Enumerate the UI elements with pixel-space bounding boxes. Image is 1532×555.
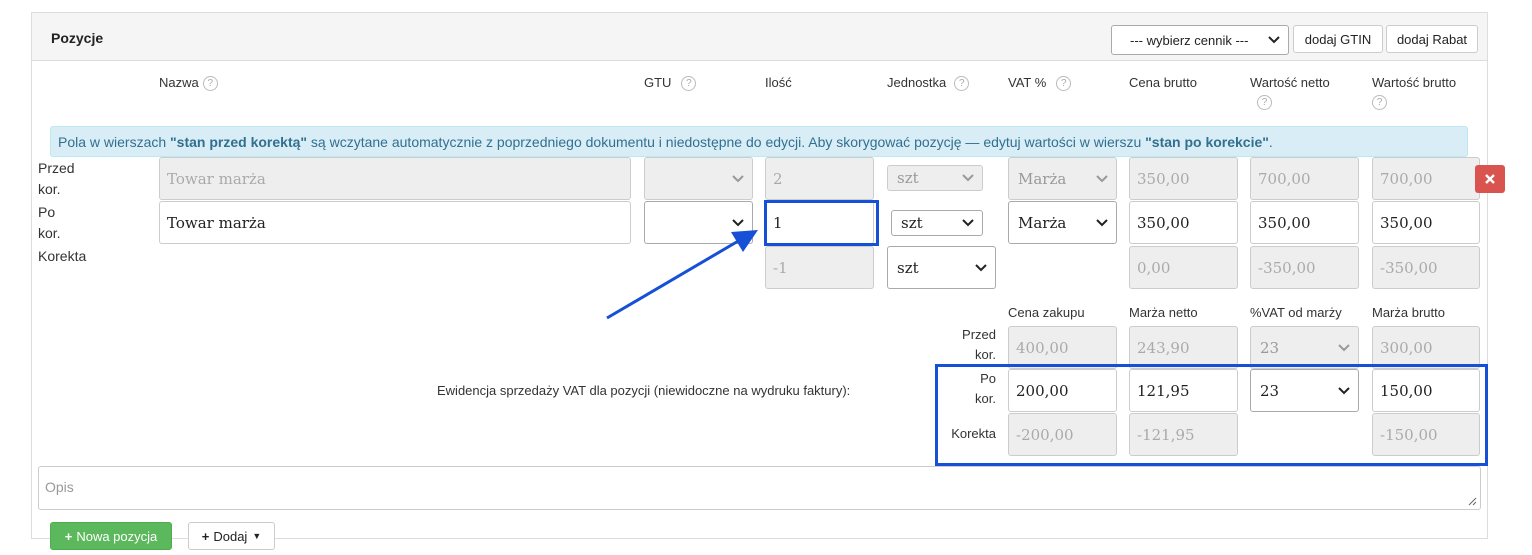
help-icon[interactable]: ? — [1056, 76, 1072, 92]
chevron-down-icon — [975, 263, 987, 271]
chevron-down-icon — [1338, 343, 1350, 351]
after-unit-select[interactable]: szt — [891, 210, 983, 236]
col-gross-value: Wartość brutto? — [1372, 75, 1457, 110]
before-name-field: Towar marża — [159, 157, 631, 200]
col-vat: VAT %? — [1008, 75, 1072, 92]
margin-before-gross-margin: 300,00 — [1372, 326, 1480, 369]
chevron-down-icon — [962, 219, 974, 227]
margin-before-purchase-price: 400,00 — [1008, 326, 1117, 369]
caret-down-icon: ▼ — [252, 531, 262, 541]
before-vat-select: Marża — [1008, 157, 1117, 200]
arrow-annotation — [606, 230, 758, 320]
correction-gross-price-field: 0,00 — [1129, 246, 1238, 289]
vat-register-caption: Ewidencja sprzedaży VAT dla pozycji (nie… — [437, 383, 851, 398]
col-unit: Jednostka? — [887, 75, 970, 92]
delete-position-button[interactable] — [1475, 165, 1505, 193]
add-discount-button[interactable]: dodaj Rabat — [1386, 25, 1478, 53]
before-qty-field: 2 — [765, 157, 874, 200]
before-net-value-field: 700,00 — [1250, 157, 1359, 200]
margin-highlight-box — [935, 364, 1488, 466]
info-alert: Pola w wierszach "stan przed korektą" są… — [50, 126, 1468, 157]
new-position-button[interactable]: + Nowa pozycja — [50, 522, 172, 550]
help-icon[interactable]: ? — [681, 76, 697, 92]
chevron-down-icon — [962, 174, 974, 182]
pricelist-select[interactable]: --- wybierz cennik --- — [1111, 25, 1289, 55]
col-qty: Ilość — [765, 75, 792, 90]
add-dropdown-button[interactable]: + Dodaj ▼ — [188, 522, 275, 550]
after-name-field[interactable]: Towar marża — [159, 201, 631, 244]
before-unit-select: szt — [887, 165, 983, 191]
col-gtu: GTU? — [644, 75, 697, 92]
chevron-down-icon — [1268, 36, 1280, 44]
row-after-label: Po kor. — [38, 204, 61, 241]
col-gross-margin: Marża brutto — [1372, 305, 1445, 320]
plus-icon: + — [201, 528, 210, 544]
close-icon — [1485, 174, 1495, 184]
margin-before-vat-select: 23 — [1250, 326, 1359, 369]
plus-icon: + — [64, 528, 73, 544]
col-net-margin: Marża netto — [1129, 305, 1198, 320]
chevron-down-icon — [1096, 218, 1108, 226]
description-field[interactable]: Opis — [38, 466, 1481, 510]
after-gross-value-field[interactable]: 350,00 — [1372, 201, 1480, 244]
correction-qty-field: -1 — [765, 246, 874, 289]
row-before-label: Przed kor. — [38, 160, 75, 197]
margin-before-label: Przed kor. — [962, 327, 996, 362]
col-vat-from-margin: %VAT od marży — [1250, 305, 1342, 320]
col-purchase-price: Cena zakupu — [1008, 305, 1085, 320]
help-icon[interactable]: ? — [202, 76, 218, 92]
new-position-label: Nowa pozycja — [76, 528, 158, 544]
before-gross-value-field: 700,00 — [1372, 157, 1480, 200]
before-gtu-select — [644, 157, 753, 200]
after-net-value-field[interactable]: 350,00 — [1250, 201, 1359, 244]
after-vat-select[interactable]: Marża — [1008, 201, 1117, 244]
description-placeholder: Opis — [45, 479, 74, 495]
qty-highlight-box — [764, 200, 879, 246]
row-correction-label: Korekta — [38, 248, 87, 264]
margin-before-net-margin: 243,90 — [1129, 326, 1238, 369]
help-icon[interactable]: ? — [954, 76, 970, 92]
chevron-down-icon — [732, 174, 744, 182]
pricelist-select-value: --- wybierz cennik --- — [1130, 32, 1249, 48]
col-name: Nazwa? — [159, 75, 218, 92]
col-net-value: Wartość netto? — [1250, 75, 1330, 110]
before-gross-price-field: 350,00 — [1129, 157, 1238, 200]
help-icon[interactable]: ? — [1257, 95, 1272, 110]
col-gross-price: Cena brutto — [1129, 75, 1197, 90]
correction-unit-select[interactable]: szt — [887, 246, 996, 289]
correction-gross-value-field: -350,00 — [1372, 246, 1480, 289]
add-label: Dodaj — [213, 528, 248, 544]
add-gtin-button[interactable]: dodaj GTIN — [1293, 25, 1383, 53]
resize-handle-icon[interactable] — [1468, 497, 1477, 506]
panel-title: Pozycje — [51, 30, 104, 46]
correction-net-value-field: -350,00 — [1250, 246, 1359, 289]
chevron-down-icon — [1096, 174, 1108, 182]
help-icon[interactable]: ? — [1372, 95, 1387, 110]
after-gross-price-field[interactable]: 350,00 — [1129, 201, 1238, 244]
